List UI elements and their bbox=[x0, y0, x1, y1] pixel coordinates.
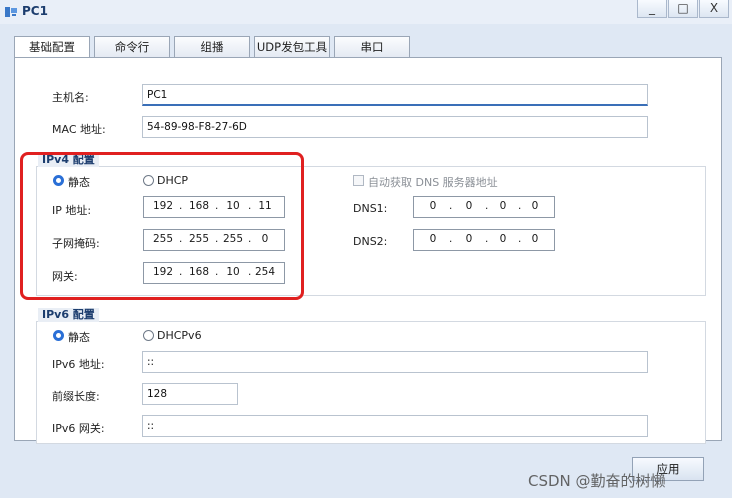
tab-basic-config[interactable]: 基础配置 bbox=[14, 36, 90, 59]
hostname-label: 主机名: bbox=[52, 91, 89, 104]
hostname-input[interactable]: PC1 bbox=[142, 84, 648, 106]
dns2-octet-1: 0 bbox=[429, 233, 437, 245]
tab-command-line[interactable]: 命令行 bbox=[94, 36, 170, 58]
watermark-text: CSDN @勤奋的树懒 bbox=[528, 472, 666, 490]
auto-dns-checkbox[interactable] bbox=[353, 175, 364, 186]
ipv6-static-label: 静态 bbox=[68, 331, 90, 344]
mac-address-field: 54-89-98-F8-27-6D bbox=[142, 116, 648, 138]
close-button[interactable]: X bbox=[699, 0, 729, 18]
auto-dns-label: 自动获取 DNS 服务器地址 bbox=[368, 176, 498, 189]
tab-multicast[interactable]: 组播 bbox=[174, 36, 250, 58]
ipv6-static-radio[interactable] bbox=[53, 330, 64, 341]
prefix-length-input[interactable]: 128 bbox=[142, 383, 238, 405]
tab-serial[interactable]: 串口 bbox=[334, 36, 410, 58]
mac-label: MAC 地址: bbox=[52, 123, 106, 136]
window-title: PC1 bbox=[22, 4, 48, 18]
ipv6-group-title: IPv6 配置 bbox=[38, 308, 99, 322]
dns1-octet-1: 0 bbox=[429, 200, 437, 212]
dns2-octet-4: 0 bbox=[531, 233, 539, 245]
ipv6-dhcp-radio[interactable] bbox=[143, 330, 154, 341]
ipv6-address-input[interactable]: :: bbox=[142, 351, 648, 373]
minimize-button[interactable]: _ bbox=[637, 0, 667, 18]
dns1-octet-2: 0 bbox=[465, 200, 473, 212]
dns1-input[interactable]: 0 . 0 . 0 . 0 bbox=[413, 196, 555, 218]
dns1-label: DNS1: bbox=[353, 202, 388, 215]
dns1-octet-4: 0 bbox=[531, 200, 539, 212]
ipv6-gateway-input[interactable]: :: bbox=[142, 415, 648, 437]
pc-app-icon bbox=[5, 7, 17, 17]
ipv6-gateway-label: IPv6 网关: bbox=[52, 422, 105, 435]
dns2-octet-3: 0 bbox=[499, 233, 507, 245]
dns2-input[interactable]: 0 . 0 . 0 . 0 bbox=[413, 229, 555, 251]
tab-udp-tool[interactable]: UDP发包工具 bbox=[254, 36, 330, 58]
dns2-octet-2: 0 bbox=[465, 233, 473, 245]
highlight-annotation bbox=[20, 152, 304, 300]
prefix-length-label: 前缀长度: bbox=[52, 390, 100, 403]
dns2-label: DNS2: bbox=[353, 235, 388, 248]
dns1-octet-3: 0 bbox=[499, 200, 507, 212]
maximize-button[interactable]: □ bbox=[668, 0, 698, 18]
ipv6-address-label: IPv6 地址: bbox=[52, 358, 105, 371]
title-bar bbox=[0, 0, 732, 24]
ipv6-dhcp-label: DHCPv6 bbox=[157, 329, 202, 342]
